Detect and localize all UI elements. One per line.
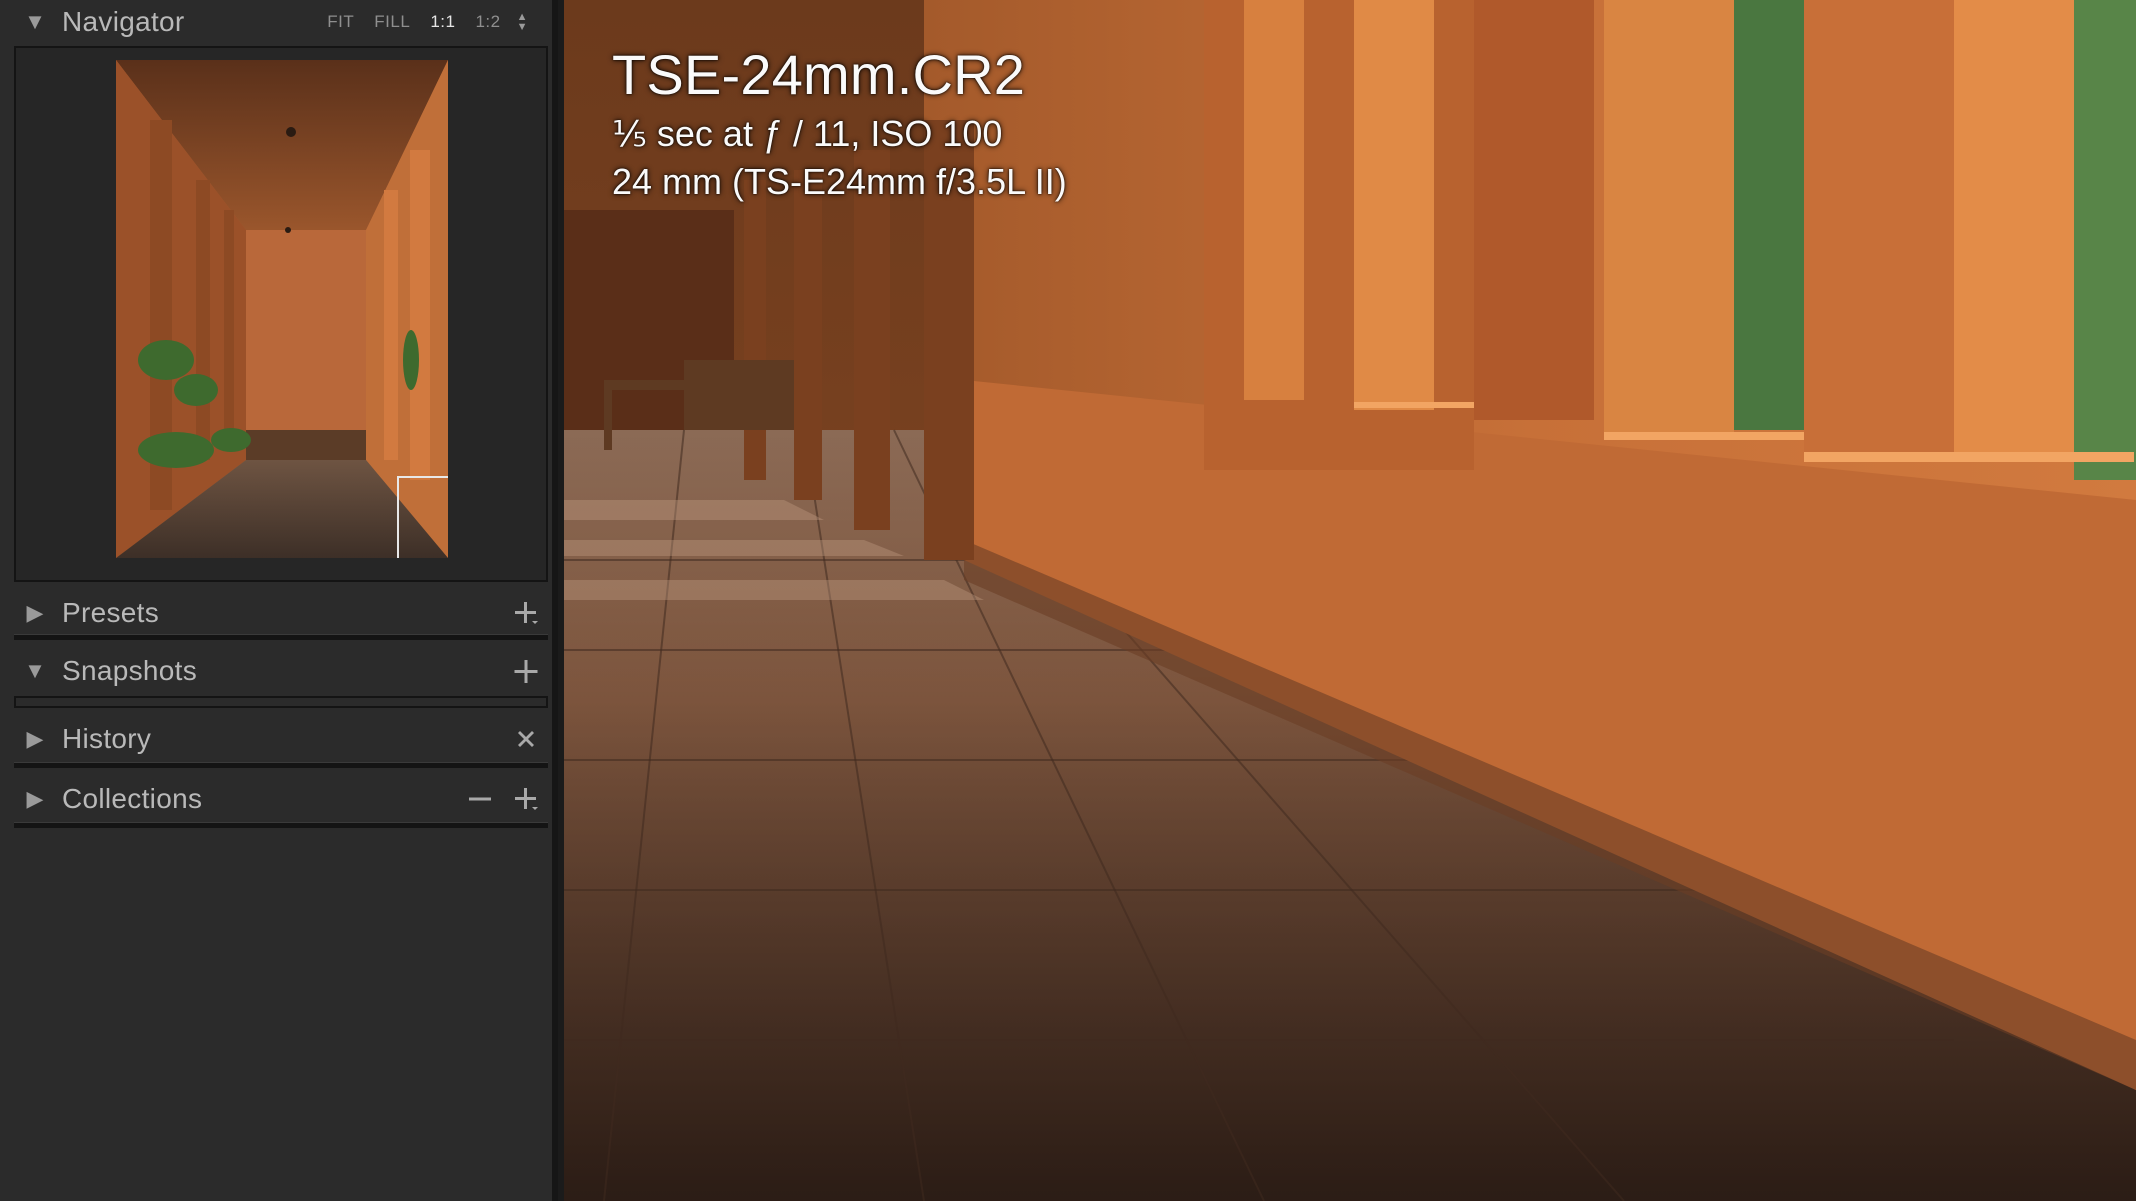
- image-filename: TSE-24mm.CR2: [612, 43, 1026, 106]
- history-title: History: [62, 723, 152, 754]
- navigator-preview: [14, 46, 548, 582]
- triangle-right-icon[interactable]: ▶: [22, 726, 48, 752]
- triangle-right-icon[interactable]: ▶: [22, 600, 48, 626]
- image-exposure: ⅕ sec at ƒ / 11, ISO 100: [612, 113, 1003, 154]
- remove-collection-icon[interactable]: [464, 783, 496, 815]
- clear-history-icon[interactable]: [510, 723, 542, 755]
- collections-divider: [14, 822, 548, 828]
- navigator-thumbnail[interactable]: [116, 60, 448, 558]
- add-snapshot-icon[interactable]: [510, 655, 542, 687]
- zoom-1-2[interactable]: 1:2: [465, 12, 510, 32]
- triangle-right-icon[interactable]: ▶: [22, 786, 48, 812]
- snapshots-header[interactable]: ▼ Snapshots: [0, 642, 552, 700]
- zoom-1-1[interactable]: 1:1: [420, 12, 465, 32]
- presets-divider: [14, 634, 548, 640]
- triangle-down-icon[interactable]: ▼: [22, 9, 48, 35]
- collections-header[interactable]: ▶ Collections: [0, 770, 552, 828]
- navigator-title: Navigator: [62, 6, 185, 37]
- snapshots-body: [14, 696, 548, 708]
- image-info-overlay: TSE-24mm.CR2 ⅕ sec at ƒ / 11, ISO 100 24…: [612, 40, 1067, 206]
- presets-title: Presets: [62, 597, 160, 628]
- navigator-zoom-options: FIT FILL 1:1 1:2 ▲ ▼: [317, 0, 538, 44]
- history-header[interactable]: ▶ History: [0, 710, 552, 768]
- add-preset-icon[interactable]: [510, 597, 542, 629]
- zoom-fill[interactable]: FILL: [364, 12, 420, 32]
- image-lens: 24 mm (TS-E24mm f/3.5L II): [612, 161, 1067, 202]
- navigator-view-rectangle[interactable]: [397, 476, 448, 558]
- snapshots-title: Snapshots: [62, 655, 198, 686]
- collections-title: Collections: [62, 783, 203, 814]
- zoom-fit[interactable]: FIT: [317, 12, 364, 32]
- left-panel: ▼ Navigator FIT FILL 1:1 1:2 ▲ ▼ ▶ Prese…: [0, 0, 558, 1201]
- add-collection-icon[interactable]: [510, 783, 542, 815]
- zoom-stepper-icon[interactable]: ▲ ▼: [511, 12, 538, 33]
- history-divider: [14, 762, 548, 768]
- triangle-down-icon[interactable]: ▼: [22, 658, 48, 684]
